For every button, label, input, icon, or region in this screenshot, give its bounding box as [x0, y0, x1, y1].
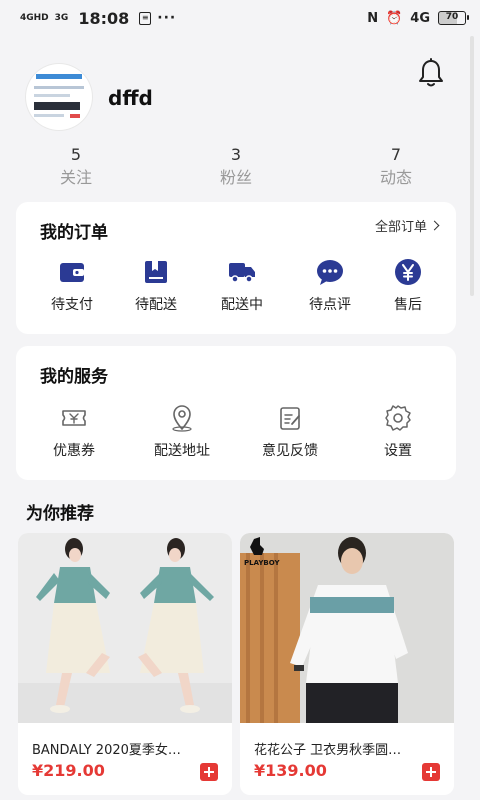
order-item-label: 待支付	[51, 297, 93, 313]
service-delivery-address[interactable]: 配送地址	[138, 404, 226, 460]
order-pending-review[interactable]: 待点评	[286, 258, 374, 314]
stat-value: 3	[230, 145, 242, 164]
product-name: 花花公子 卫衣男秋季圆…	[254, 743, 402, 758]
battery-icon: 70	[438, 11, 469, 25]
service-item-label: 配送地址	[154, 443, 210, 459]
signal-3g-label: 3G	[54, 12, 69, 23]
brand-logo: PLAYBOY	[244, 559, 280, 567]
order-item-label: 待配送	[135, 297, 177, 313]
order-item-label: 配送中	[221, 297, 263, 313]
order-pending-payment[interactable]: 待支付	[28, 258, 116, 314]
stat-following[interactable]: 5 关注	[26, 144, 126, 190]
bell-icon[interactable]	[418, 58, 444, 88]
stat-value: 5	[70, 145, 82, 164]
stat-value: 7	[390, 145, 402, 164]
product-price: ¥139.00	[254, 761, 327, 780]
all-orders-label: 全部订单	[374, 220, 427, 235]
service-feedback[interactable]: 意见反馈	[246, 404, 334, 460]
add-to-cart-icon[interactable]	[422, 763, 440, 781]
battery-level: 70	[445, 12, 459, 22]
username: dffd	[108, 86, 153, 110]
orders-title: 我的订单	[40, 223, 108, 243]
stat-label: 动态	[379, 168, 412, 187]
status-bar: 4GHD 3G 18:08 ≡ ··· N ⏰ 4G 70	[0, 0, 480, 36]
services-title: 我的服务	[40, 367, 108, 387]
notification-icon: ≡	[139, 11, 152, 25]
product-card[interactable]: PLAYBOY 花花公子 卫衣男秋季圆… ¥139.00	[240, 533, 454, 795]
gear-icon	[385, 405, 411, 431]
more-notifications-indicator: ···	[157, 10, 177, 26]
clock: 18:08	[78, 8, 130, 28]
stat-followers[interactable]: 3 粉丝	[186, 144, 286, 190]
comment-icon	[317, 260, 343, 285]
product-card[interactable]: BANDALY 2020夏季女… ¥219.00	[18, 533, 232, 795]
stat-posts[interactable]: 7 动态	[346, 144, 446, 190]
avatar[interactable]	[26, 64, 92, 130]
signal-4g-label: 4GHD	[20, 12, 49, 23]
product-photo-dress	[18, 533, 232, 723]
package-icon	[145, 261, 167, 283]
product-image[interactable]: PLAYBOY	[240, 533, 454, 723]
network-label: 4G	[410, 10, 430, 26]
stat-label: 粉丝	[219, 168, 252, 187]
order-after-sales[interactable]: 售后	[364, 258, 452, 314]
scrollbar[interactable]	[470, 36, 474, 296]
product-price: ¥219.00	[32, 761, 105, 780]
order-in-delivery[interactable]: 配送中	[198, 258, 286, 314]
product-image[interactable]	[18, 533, 232, 723]
location-icon	[172, 405, 192, 432]
yen-icon	[395, 259, 421, 285]
add-to-cart-icon[interactable]	[200, 763, 218, 781]
service-item-label: 优惠券	[53, 443, 95, 459]
all-orders-link[interactable]: 全部订单	[374, 216, 440, 235]
service-coupons[interactable]: 优惠券	[30, 404, 118, 460]
alarm-icon: ⏰	[386, 10, 403, 26]
service-item-label: 意见反馈	[262, 443, 318, 459]
recommend-title: 为你推荐	[26, 504, 94, 524]
coupon-icon	[62, 410, 86, 426]
order-item-label: 售后	[394, 297, 422, 313]
orders-card: 我的订单 全部订单 待支付 待配送 配送中 待点评 售后	[16, 202, 456, 334]
wallet-icon	[60, 263, 84, 282]
feedback-icon	[280, 407, 300, 430]
nfc-icon: N	[367, 10, 379, 26]
service-item-label: 设置	[384, 443, 412, 459]
service-settings[interactable]: 设置	[354, 404, 442, 460]
order-item-label: 待点评	[309, 297, 351, 313]
order-pending-delivery[interactable]: 待配送	[112, 258, 200, 314]
product-name: BANDALY 2020夏季女…	[32, 743, 181, 758]
services-card: 我的服务 优惠券 配送地址 意见反馈 设置	[16, 346, 456, 480]
truck-icon	[229, 263, 255, 283]
chevron-right-icon	[429, 220, 440, 231]
stat-label: 关注	[59, 168, 92, 187]
